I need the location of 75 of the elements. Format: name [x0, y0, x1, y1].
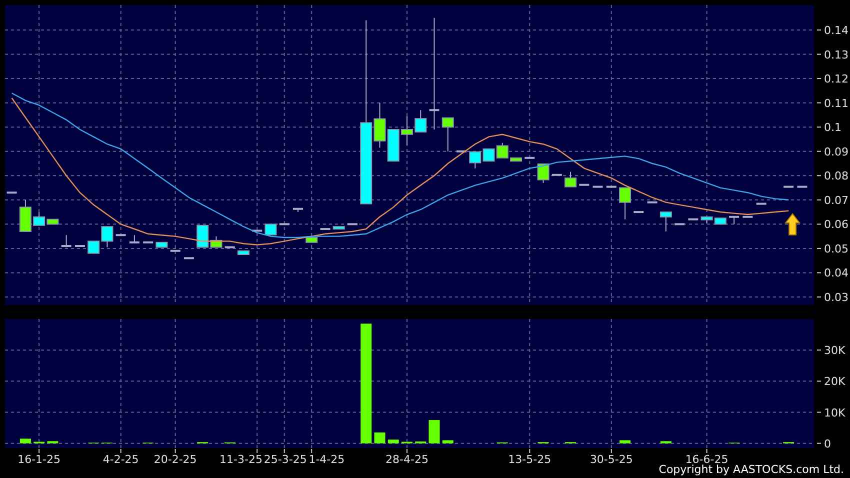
candlestick	[129, 234, 140, 244]
candlestick	[61, 234, 72, 248]
candlestick	[537, 163, 550, 184]
candlestick	[469, 151, 482, 169]
axis-label: 30K	[824, 344, 846, 358]
candlestick	[564, 171, 577, 188]
axis-label: 0.12	[824, 72, 848, 86]
candlestick	[660, 212, 672, 232]
candlestick	[19, 199, 32, 232]
axis-label: 0.14	[824, 24, 848, 37]
axis-label: 13-5-25	[508, 453, 552, 465]
candlestick	[414, 110, 427, 132]
candlestick	[6, 192, 17, 194]
candlestick	[797, 186, 808, 188]
candlestick	[264, 224, 277, 236]
axis-label: 0.13	[824, 48, 848, 62]
candlestick	[348, 223, 358, 226]
axis-label: 20K	[824, 375, 846, 388]
axis-label: 0	[824, 437, 831, 450]
candlestick	[647, 201, 658, 204]
axis-label: 0.03	[824, 291, 848, 304]
axis-label: 0.06	[824, 218, 848, 232]
candlestick	[674, 223, 685, 226]
candlestick	[756, 202, 766, 205]
candlestick	[456, 150, 466, 152]
candlestick	[184, 257, 194, 260]
candlestick	[116, 234, 126, 236]
candlestick	[332, 226, 345, 230]
up-arrow-icon	[784, 213, 801, 236]
candlestick	[401, 116, 413, 146]
candlestick	[784, 186, 794, 188]
axis-label: 0.11	[824, 96, 848, 110]
candlestick	[729, 216, 740, 225]
candlestick	[237, 250, 250, 256]
axis-label: 0.07	[824, 194, 848, 207]
candlestick	[74, 245, 85, 248]
axis-label: 28-4-25	[386, 453, 428, 465]
candlestick	[482, 148, 495, 162]
axis-label: 10K	[824, 406, 846, 420]
candlestick	[592, 186, 603, 188]
candlestick	[619, 187, 632, 220]
candlestick	[143, 241, 154, 244]
axis-label: 16-1-25	[18, 453, 61, 465]
candlestick	[387, 129, 400, 162]
candlestick	[320, 228, 330, 230]
candlestick	[742, 216, 753, 218]
candlestick	[496, 142, 508, 158]
candlestick	[252, 230, 262, 232]
axis-label: 30-5-25	[590, 453, 633, 465]
axis-label: 0.08	[824, 170, 848, 183]
candlestick	[292, 208, 303, 213]
candlestick	[224, 246, 235, 248]
axis-label: 25-3-25	[264, 453, 307, 465]
candlestick	[524, 156, 535, 159]
axis-label: 0.1	[824, 121, 842, 134]
axis-label: 0.05	[824, 242, 848, 256]
candlestick	[170, 250, 180, 252]
axis-label: 16-6-25	[685, 453, 728, 465]
candlestick	[156, 242, 168, 248]
candlestick	[510, 157, 522, 162]
axis-label: 0.09	[824, 145, 848, 158]
candlestick	[634, 211, 644, 214]
axis-label: 11-3-25	[220, 453, 262, 465]
candlestick	[279, 223, 290, 226]
axis-label: 1-4-25	[308, 453, 345, 465]
candlestick	[579, 184, 590, 186]
copyright-text: Copyright by AASTOCKS.com Ltd.	[658, 463, 844, 476]
axis-label: 20-2-25	[154, 453, 197, 465]
axis-label: 0.04	[824, 266, 848, 280]
candlestick	[552, 174, 562, 176]
candlestick	[688, 218, 698, 220]
candlestick	[306, 237, 318, 243]
candlestick	[442, 117, 454, 152]
axis-label: 4-2-25	[102, 453, 139, 465]
candlestick	[606, 186, 616, 188]
